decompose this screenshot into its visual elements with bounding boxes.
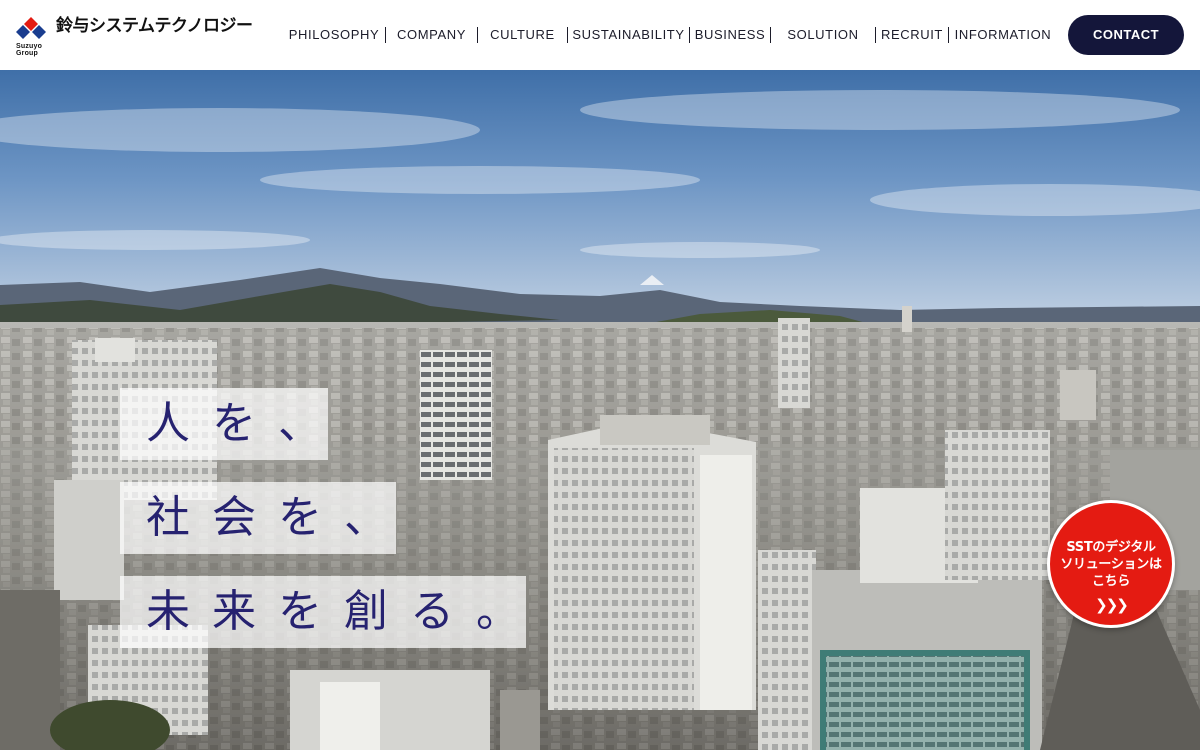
site-header: Suzuyo Group 鈴与システムテクノロジー PHILOSOPHY COM…	[0, 0, 1200, 70]
tagline-backdrop: 社会を、	[120, 482, 396, 554]
logo-group-label: Suzuyo Group	[16, 43, 43, 57]
nav-solution[interactable]: SOLUTION	[771, 26, 875, 44]
nav-business[interactable]: BUSINESS	[690, 26, 770, 44]
logo-company-name: 鈴与システムテクノロジー	[56, 16, 253, 36]
badge-text: SSTのデジタル	[1066, 540, 1156, 555]
tagline-text: 人を、	[146, 398, 344, 449]
tagline-backdrop: 未来を創る。	[120, 576, 526, 648]
tagline-backdrop: 人を、	[120, 388, 328, 460]
suzuyo-logo-icon	[16, 17, 46, 39]
main-nav: PHILOSOPHY COMPANY CULTURE SUSTAINABILIT…	[283, 26, 1057, 44]
badge-text: ソリューションは	[1060, 557, 1162, 572]
chevron-right-icon: ❯❯❯	[1095, 596, 1129, 614]
site-logo[interactable]: Suzuyo Group 鈴与システムテクノロジー	[16, 14, 253, 57]
nav-company[interactable]: COMPANY	[386, 26, 477, 44]
digital-solution-badge[interactable]: SSTのデジタル ソリューションは こちら ❯❯❯	[1047, 500, 1175, 628]
nav-recruit[interactable]: RECRUIT	[876, 26, 948, 44]
nav-information[interactable]: INFORMATION	[949, 26, 1057, 44]
tagline-text: 未来を創る。	[146, 586, 542, 637]
contact-button[interactable]: CONTACT	[1068, 15, 1184, 55]
hero-section: 人を、 社会を、 未来を創る。	[0, 70, 1200, 750]
nav-philosophy[interactable]: PHILOSOPHY	[283, 26, 385, 44]
tagline-text: 社会を、	[146, 492, 410, 543]
nav-culture[interactable]: CULTURE	[478, 26, 567, 44]
nav-sustainability[interactable]: SUSTAINABILITY	[568, 26, 689, 44]
badge-text: こちら	[1091, 574, 1131, 589]
